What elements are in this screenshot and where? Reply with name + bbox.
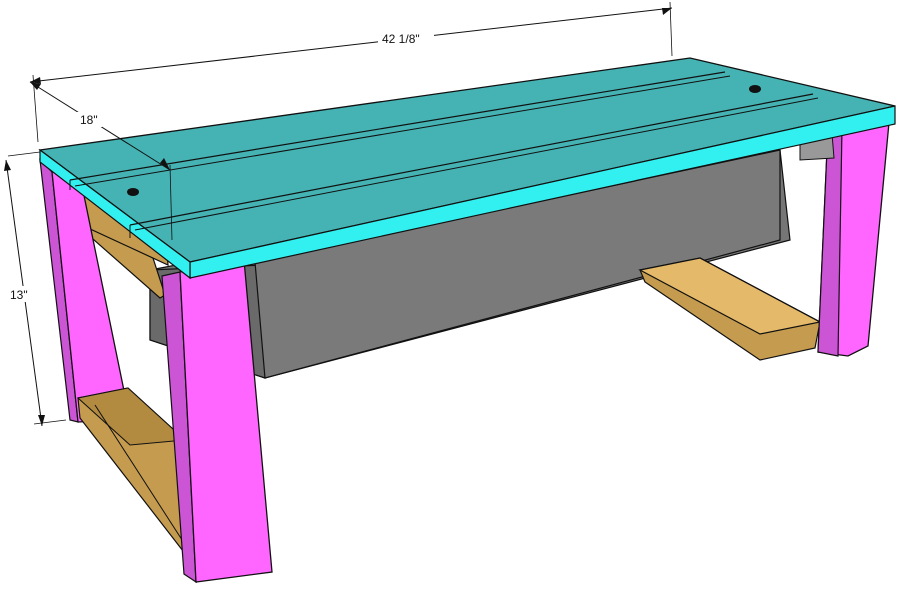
width-label: 18" — [80, 113, 98, 127]
bench-diagram: 42 1/8" 18" 13" — [4, 1, 896, 584]
length-label: 42 1/8" — [382, 32, 420, 46]
handle-hole-right — [749, 85, 761, 93]
stretcher-back-right — [638, 257, 822, 361]
handle-hole-left — [127, 188, 139, 196]
height-label: 13" — [10, 288, 28, 302]
